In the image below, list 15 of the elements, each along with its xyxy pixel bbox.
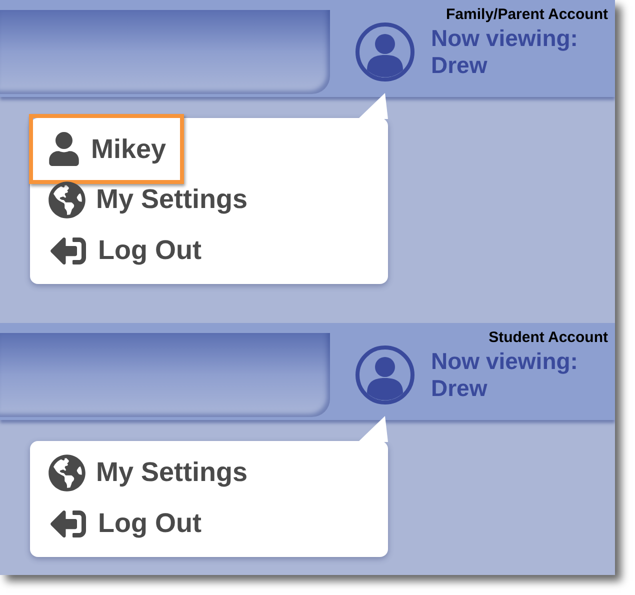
now-viewing-label: Now viewing: <box>431 348 578 375</box>
viewing-name: Drew <box>431 375 488 402</box>
menu-item[interactable]: Log Out <box>30 225 202 276</box>
globe-icon <box>48 454 86 492</box>
menu-item[interactable]: Mikey <box>29 114 184 184</box>
now-viewing-label: Now viewing: <box>431 25 578 52</box>
person-icon <box>47 132 81 166</box>
globe-icon <box>48 180 86 218</box>
account-type: Student Account <box>488 329 608 347</box>
account-avatar-icon <box>355 345 415 405</box>
menu-item[interactable]: My Settings <box>30 447 248 498</box>
menu-item[interactable]: Log Out <box>30 498 202 549</box>
account-type: Family/Parent Account <box>446 6 608 24</box>
account-avatar-icon <box>355 22 415 82</box>
viewing-name: Drew <box>431 52 488 79</box>
